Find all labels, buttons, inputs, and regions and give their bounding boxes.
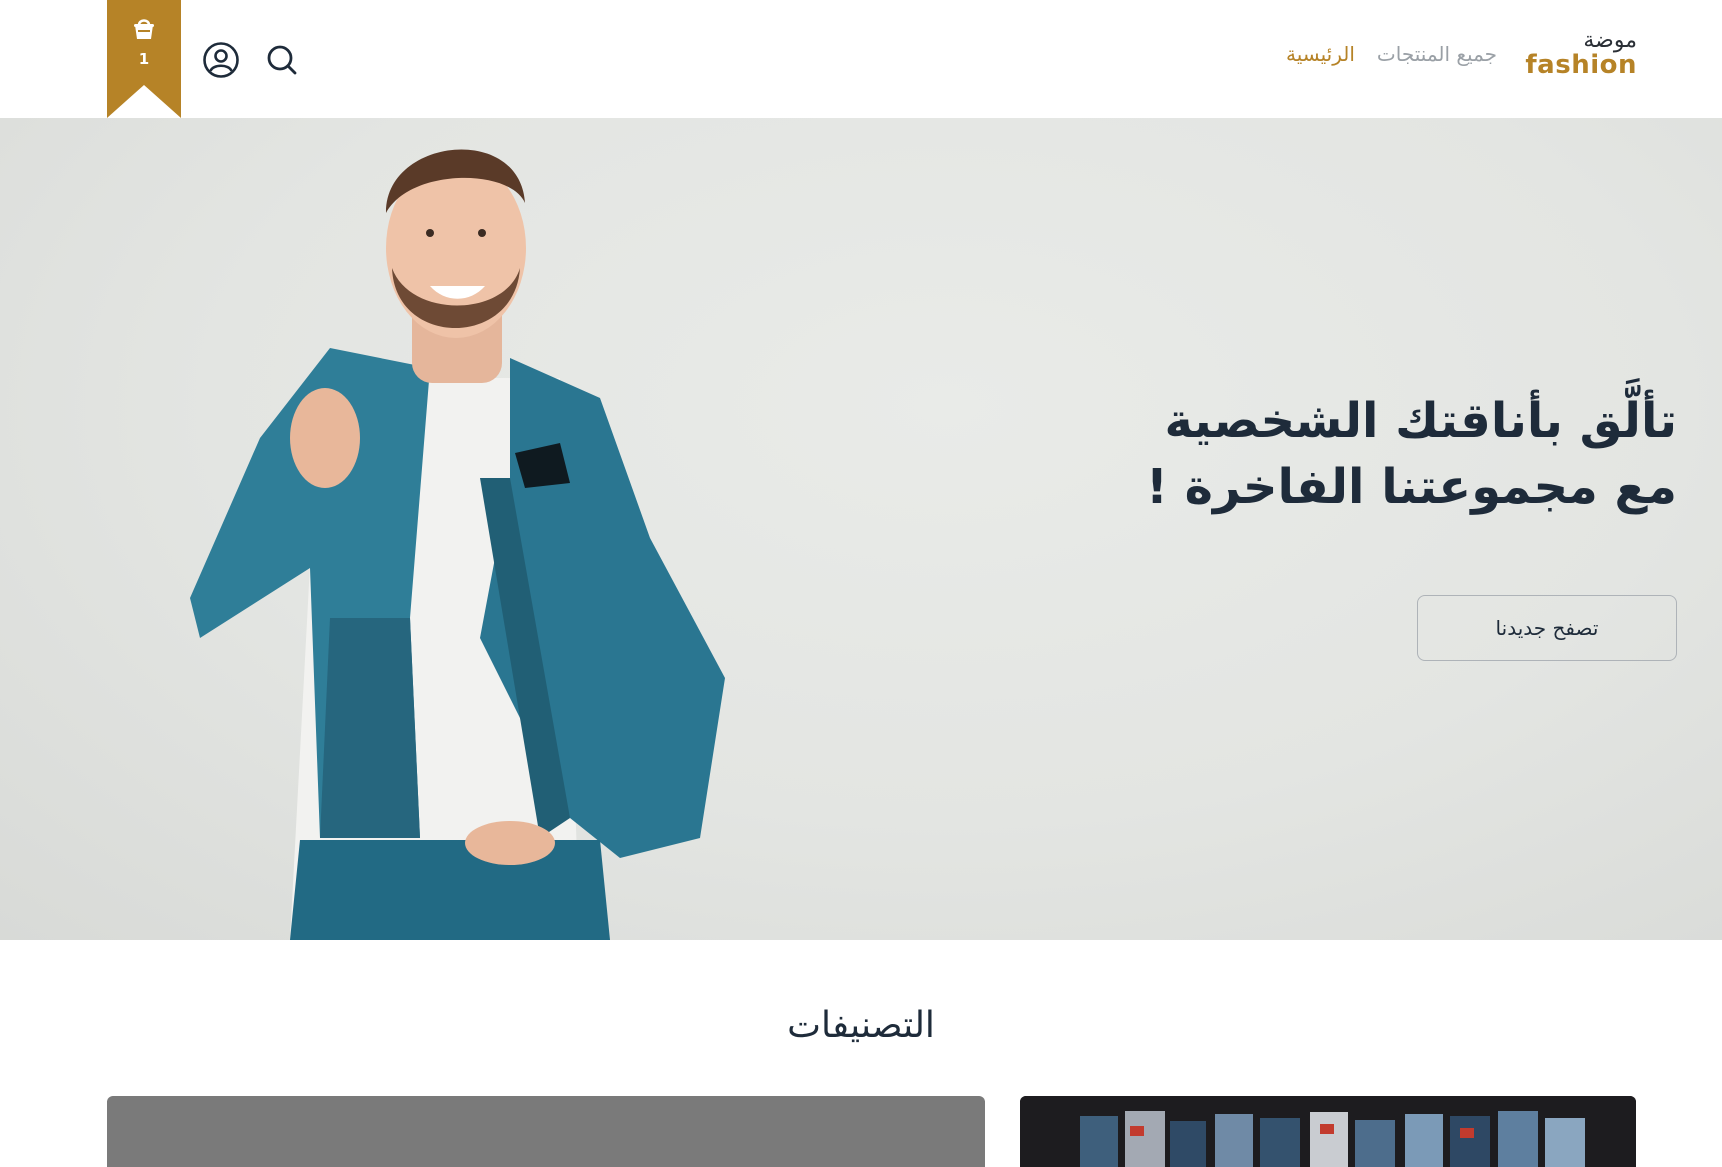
cart-count-badge: 1 [138,50,150,68]
logo-arabic-text: موضة [1583,28,1637,53]
main-nav: الرئيسية جميع المنتجات [1286,42,1497,66]
user-icon[interactable] [201,40,241,80]
category-card[interactable] [107,1096,985,1167]
hero-model-image [190,149,725,940]
nav-item-home[interactable]: الرئيسية [1286,42,1355,66]
category-jeans-image [1020,1096,1636,1167]
nav-item-all-products[interactable]: جميع المنتجات [1377,42,1497,66]
search-icon[interactable] [264,42,300,78]
hero-heading-line-1: تألَّق بأناقتك الشخصية [1164,393,1677,449]
basket-icon [134,19,154,39]
cart-button[interactable]: 1 [107,0,181,118]
hero-heading: تألَّق بأناقتك الشخصية مع مجموعتنا الفاخ… [1037,388,1677,520]
categories-heading: التصنيفات [787,1005,935,1046]
hero-banner: تألَّق بأناقتك الشخصية مع مجموعتنا الفاخ… [0,118,1722,940]
browse-new-button[interactable]: تصفح جديدنا [1417,595,1677,661]
site-header: 1 الرئيسية جميع المنتجات موضة fashion [0,0,1722,118]
logo-english-text: fashion [1525,50,1637,80]
hero-heading-line-2: مع مجموعتنا الفاخرة ! [1146,459,1677,515]
category-card[interactable] [1020,1096,1636,1167]
site-logo[interactable]: موضة fashion [1525,30,1637,79]
